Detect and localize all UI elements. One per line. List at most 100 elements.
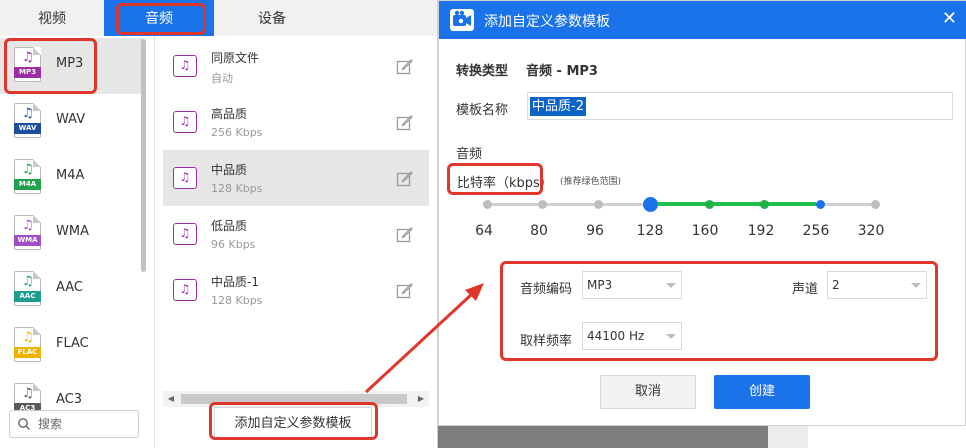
- edit-icon[interactable]: [396, 58, 413, 75]
- edit-icon[interactable]: [396, 170, 413, 187]
- preset-item[interactable]: ♫ 中品质 128 Kbps: [163, 150, 429, 206]
- bitrate-tick: 320: [857, 223, 885, 239]
- format-item-mp3[interactable]: ♫ MP3 MP3: [0, 38, 143, 94]
- search-icon: [18, 418, 30, 430]
- slider-stop[interactable]: [760, 200, 769, 209]
- add-template-dialog: 添加自定义参数模板 ✕ 转换类型 音频 - MP3 模板名称 中品质-2 音频 …: [438, 0, 966, 426]
- template-name-field[interactable]: 中品质-2: [527, 92, 953, 120]
- slider-stop[interactable]: [594, 200, 603, 209]
- cancel-button[interactable]: 取消: [600, 375, 696, 409]
- mp3-file-icon: ♫ MP3: [14, 47, 41, 82]
- preset-bitrate: 256 Kbps: [211, 126, 263, 139]
- slider-stop[interactable]: [816, 200, 825, 209]
- music-note-icon: ♫: [173, 167, 197, 189]
- slider-stop[interactable]: [705, 200, 714, 209]
- scroll-right-arrow-icon[interactable]: ▶: [413, 391, 429, 407]
- preset-name: 中品质-1: [211, 275, 259, 289]
- music-note-icon: ♫: [173, 223, 197, 245]
- edit-icon[interactable]: [396, 226, 413, 243]
- bitrate-tick: 256: [802, 223, 830, 239]
- format-label: AAC: [56, 280, 83, 295]
- tab-video[interactable]: 视频: [0, 0, 104, 36]
- edit-icon[interactable]: [396, 282, 413, 299]
- format-list: ♫ MP3 MP3 ♫ WAV WAV ♫ M4A M4A ♫ WMA WMA ♫ AAC…: [0, 36, 155, 448]
- aac-file-icon: ♫ AAC: [14, 271, 41, 306]
- search-input[interactable]: [38, 415, 134, 433]
- preset-list: ♫ 同原文件 自动 ♫ 高品质 256 Kbps ♫ 中品质 128 Kbps …: [155, 36, 437, 448]
- background-window: [768, 426, 808, 448]
- bitrate-tick: 64: [475, 223, 493, 239]
- convert-type-label: 转换类型: [456, 64, 509, 79]
- preset-item[interactable]: ♫ 低品质 96 Kbps: [163, 206, 429, 262]
- wma-file-icon: ♫ WMA: [14, 215, 41, 250]
- format-label: AC3: [56, 392, 83, 407]
- bitrate-tick: 128: [636, 223, 664, 239]
- slider-stop[interactable]: [538, 200, 547, 209]
- channel-select[interactable]: 2: [827, 271, 927, 299]
- preset-bitrate: 96 Kbps: [211, 238, 256, 251]
- scrollbar-thumb[interactable]: [181, 394, 407, 404]
- preset-item[interactable]: ♫ 同原文件 自动: [163, 38, 429, 94]
- bitrate-tick: 96: [586, 223, 604, 239]
- music-note-icon: ♫: [173, 55, 197, 77]
- bitrate-label: 比特率（kbps）: [457, 176, 553, 191]
- tab-audio[interactable]: 音频: [104, 0, 214, 36]
- top-tab-bar: 视频 音频 设备: [0, 0, 437, 36]
- slider-knob[interactable]: [643, 197, 658, 212]
- wav-file-icon: ♫ WAV: [14, 103, 41, 138]
- search-box[interactable]: [9, 410, 139, 438]
- background-window: [808, 426, 966, 448]
- m4a-file-icon: ♫ M4A: [14, 159, 41, 194]
- bitrate-hint: (推荐绿色范围): [560, 177, 622, 187]
- format-label: WMA: [56, 224, 89, 239]
- format-item-flac[interactable]: ♫ FLAC FLAC: [0, 318, 143, 374]
- chevron-down-icon: [666, 334, 676, 339]
- flac-file-icon: ♫ FLAC: [14, 327, 41, 362]
- create-button[interactable]: 创建: [714, 375, 810, 409]
- preset-bitrate: 自动: [211, 72, 233, 85]
- add-custom-template-button[interactable]: 添加自定义参数模板: [214, 407, 372, 439]
- bitrate-slider[interactable]: [483, 197, 880, 213]
- close-icon[interactable]: ✕: [942, 9, 957, 29]
- codec-select[interactable]: MP3: [582, 271, 682, 299]
- music-note-icon: ♫: [173, 279, 197, 301]
- bitrate-tick: 160: [691, 223, 719, 239]
- format-item-wav[interactable]: ♫ WAV WAV: [0, 94, 143, 150]
- chevron-down-icon: [911, 283, 921, 288]
- format-label: FLAC: [56, 336, 89, 351]
- format-item-m4a[interactable]: ♫ M4A M4A: [0, 150, 143, 206]
- samplerate-label: 取样频率: [520, 334, 573, 349]
- preset-bitrate: 128 Kbps: [211, 182, 263, 195]
- music-note-icon: ♫: [173, 111, 197, 133]
- dialog-title: 添加自定义参数模板: [484, 14, 610, 30]
- format-list-scrollbar[interactable]: [141, 39, 146, 272]
- preset-name: 低品质: [211, 219, 248, 233]
- preset-name: 高品质: [211, 107, 248, 121]
- codec-value: MP3: [587, 278, 613, 292]
- samplerate-value: 44100 Hz: [587, 329, 645, 343]
- edit-icon[interactable]: [396, 114, 413, 131]
- channel-label: 声道: [792, 282, 819, 297]
- channel-value: 2: [832, 278, 840, 292]
- app-logo-icon: [450, 9, 474, 31]
- template-name-value: 中品质-2: [530, 97, 586, 116]
- format-item-aac[interactable]: ♫ AAC AAC: [0, 262, 143, 318]
- preset-name: 同原文件: [211, 51, 260, 65]
- format-item-wma[interactable]: ♫ WMA WMA: [0, 206, 143, 262]
- preset-bitrate: 128 Kbps: [211, 294, 263, 307]
- preset-horizontal-scrollbar[interactable]: ◀ ▶: [163, 391, 429, 407]
- audio-section-title: 音频: [456, 147, 483, 162]
- convert-type-value: 音频 - MP3: [526, 64, 598, 79]
- slider-recommended-range: [650, 202, 816, 206]
- preset-item[interactable]: ♫ 中品质-1 128 Kbps: [163, 262, 429, 318]
- samplerate-select[interactable]: 44100 Hz: [582, 322, 682, 350]
- template-name-label: 模板名称: [456, 103, 509, 118]
- tab-device[interactable]: 设备: [214, 0, 330, 36]
- slider-stop[interactable]: [871, 200, 880, 209]
- scroll-left-arrow-icon[interactable]: ◀: [163, 391, 179, 407]
- background-window: [438, 426, 768, 448]
- preset-item[interactable]: ♫ 高品质 256 Kbps: [163, 94, 429, 150]
- bitrate-tick: 192: [747, 223, 775, 239]
- codec-label: 音频编码: [520, 282, 573, 297]
- slider-stop[interactable]: [483, 200, 492, 209]
